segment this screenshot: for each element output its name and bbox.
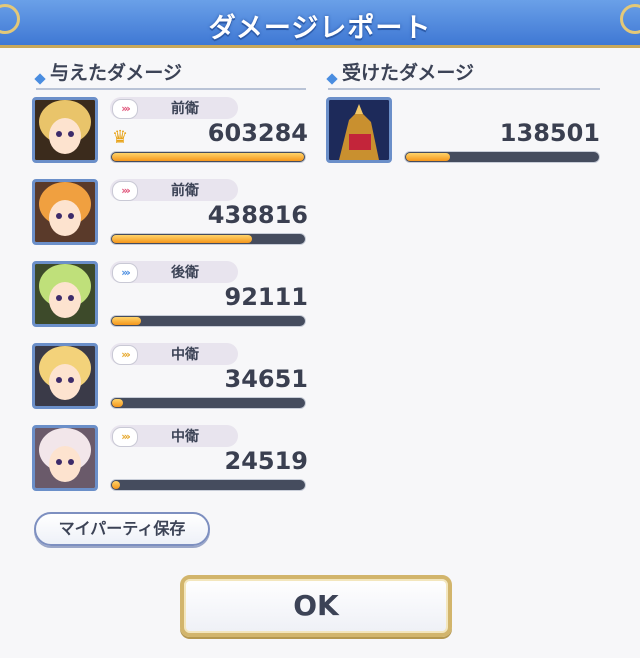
character-face-icon [35, 346, 95, 406]
dealt-damage-bar [110, 479, 306, 491]
enemy-boss-icon [329, 100, 389, 160]
dealt-damage-value: 92111 [224, 283, 309, 311]
dealt-row: ››› 中衛 34651 [32, 343, 308, 413]
role-badge: ››› 前衛 [110, 179, 238, 201]
character-face-icon [35, 428, 95, 488]
dealt-row: ››› 中衛 24519 [32, 425, 308, 495]
damage-bar-fill [112, 317, 142, 325]
damage-bar-fill [112, 399, 123, 407]
role-label: 後衛 [171, 265, 199, 281]
position-arrows-icon: ››› [112, 345, 138, 365]
dialog-title: ダメージレポート [208, 13, 432, 44]
title-bar: ダメージレポート [0, 0, 640, 48]
received-damage-label: 受けたダメージ [342, 62, 475, 84]
damage-bar-fill [112, 153, 304, 161]
damage-report-dialog: ダメージレポート 与えたダメージ 受けたダメージ ››› 前衛 ♛ 603284 [0, 0, 640, 658]
position-arrows-icon: ››› [112, 427, 138, 447]
damage-bar-fill [406, 153, 451, 161]
crown-icon: ♛ [112, 127, 129, 148]
role-label: 中衛 [171, 429, 199, 445]
character-face-icon [35, 264, 95, 324]
role-badge: ››› 後衛 [110, 261, 238, 283]
save-my-party-button[interactable]: マイパーティ保存 [34, 512, 210, 546]
dealt-damage-value: 603284 [207, 119, 308, 147]
character-portrait[interactable] [32, 97, 98, 163]
dealt-row: ››› 前衛 438816 [32, 179, 308, 249]
dealt-damage-value: 24519 [224, 447, 309, 475]
role-badge: ››› 中衛 [110, 343, 238, 365]
received-damage-heading: 受けたダメージ [326, 58, 600, 90]
dealt-damage-value: 438816 [207, 201, 308, 229]
dealt-damage-heading: 与えたダメージ [34, 58, 306, 90]
character-portrait[interactable] [32, 425, 98, 491]
dealt-damage-bar [110, 233, 306, 245]
character-face-icon [35, 182, 95, 242]
position-arrows-icon: ››› [112, 181, 138, 201]
dealt-row: ››› 前衛 ♛ 603284 [32, 97, 308, 167]
role-label: 前衛 [171, 183, 199, 199]
role-badge: ››› 中衛 [110, 425, 238, 447]
dealt-row: ››› 後衛 92111 [32, 261, 308, 331]
position-arrows-icon: ››› [112, 263, 138, 283]
damage-bar-fill [112, 235, 252, 243]
damage-bar-fill [112, 481, 120, 489]
enemy-portrait[interactable] [326, 97, 392, 163]
dealt-damage-bar [110, 151, 306, 163]
character-portrait[interactable] [32, 343, 98, 409]
received-damage-value: 138501 [499, 119, 600, 147]
dealt-damage-bar [110, 397, 306, 409]
dealt-damage-value: 34651 [224, 365, 309, 393]
role-label: 中衛 [171, 347, 199, 363]
character-portrait[interactable] [32, 261, 98, 327]
diamond-icon [326, 73, 338, 85]
ok-button[interactable]: OK [180, 575, 452, 637]
character-portrait[interactable] [32, 179, 98, 245]
position-arrows-icon: ››› [112, 99, 138, 119]
character-face-icon [35, 100, 95, 160]
dealt-damage-label: 与えたダメージ [50, 62, 183, 84]
received-damage-bar [404, 151, 600, 163]
diamond-icon [34, 73, 46, 85]
role-label: 前衛 [171, 101, 199, 117]
received-row: 138501 [326, 97, 600, 167]
role-badge: ››› 前衛 [110, 97, 238, 119]
dealt-damage-bar [110, 315, 306, 327]
